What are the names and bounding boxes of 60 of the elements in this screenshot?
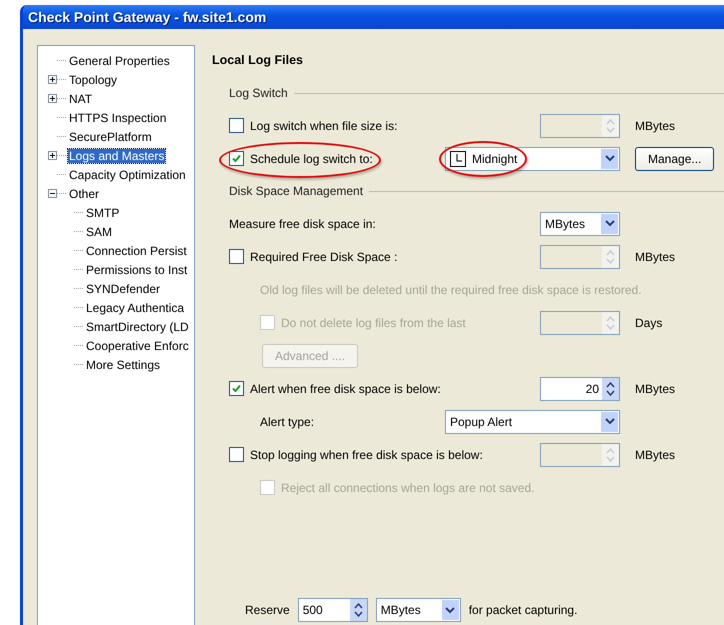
tree-item[interactable]: SMTP	[85, 206, 120, 220]
checkbox[interactable]	[229, 447, 244, 462]
unit-label: MBytes	[635, 250, 676, 264]
tree-item[interactable]: Legacy Authentica	[85, 300, 186, 314]
number-spinner[interactable]: 20	[540, 376, 620, 400]
checkbox-label: Reject all connections when logs are not saved.	[281, 480, 534, 494]
tree-item[interactable]: SYNDefender	[85, 282, 162, 296]
schedule-dropdown[interactable]: Midnight	[445, 146, 620, 170]
tree-item[interactable]: Topology	[68, 72, 118, 86]
unit-label: MBytes	[635, 448, 676, 462]
window-title: Check Point Gateway - fw.site1.com	[28, 9, 266, 25]
tree-item[interactable]: SmartDirectory (LD	[85, 320, 190, 334]
reserve-label: Reserve	[245, 603, 290, 617]
tree-item[interactable]: More Settings	[85, 358, 162, 372]
tree-item[interactable]: NAT	[68, 92, 94, 106]
check-icon	[231, 153, 242, 164]
info-text: Old log files will be deleted until the required free disk space is restored.	[259, 282, 642, 296]
number-spinner[interactable]	[540, 244, 620, 268]
group-heading: Log Switch	[229, 86, 288, 100]
checkbox[interactable]	[229, 151, 244, 166]
dropdown[interactable]: Popup Alert	[445, 410, 620, 434]
checkbox-label: Schedule log switch to:	[250, 152, 373, 166]
check-icon	[231, 383, 242, 394]
unit-label: MBytes	[635, 118, 676, 132]
number-spinner[interactable]	[540, 114, 620, 138]
unit-label: MBytes	[635, 382, 676, 396]
number-spinner[interactable]: 500	[298, 598, 368, 622]
expander-icon[interactable]	[48, 189, 57, 198]
tree-item[interactable]: Cooperative Enforc	[85, 338, 190, 352]
tree-item[interactable]: Permissions to Inst	[85, 262, 188, 276]
expander-icon[interactable]	[48, 75, 57, 84]
checkbox[interactable]	[229, 249, 244, 264]
tree-item[interactable]: Logs and Masters	[68, 148, 166, 162]
clock-icon	[450, 150, 466, 166]
tree-item[interactable]: SecurePlatform	[68, 130, 153, 144]
tree-item[interactable]: Other	[68, 186, 100, 200]
checkbox[interactable]	[229, 118, 244, 133]
field-label: Alert type:	[259, 414, 316, 428]
manage-button[interactable]: Manage...	[635, 146, 714, 170]
tree-item[interactable]: Connection Persist	[85, 244, 188, 258]
dropdown[interactable]: MBytes	[540, 212, 620, 236]
unit-label: Days	[635, 316, 662, 330]
checkbox[interactable]	[229, 381, 244, 396]
number-spinner[interactable]	[540, 442, 620, 466]
group-heading: Disk Space Management	[229, 184, 364, 198]
reserve-suffix: for packet capturing.	[468, 603, 578, 617]
checkbox-label: Stop logging when free disk space is below:	[250, 448, 483, 462]
tree-item[interactable]: HTTPS Inspection	[68, 110, 168, 124]
page-heading: Local Log Files	[212, 53, 304, 69]
dropdown[interactable]: MBytes	[376, 598, 461, 622]
tree-item[interactable]: SAM	[85, 224, 114, 238]
checkbox-label: Do not delete log files from the last	[281, 316, 466, 330]
field-label: Measure free disk space in:	[229, 216, 377, 230]
checkbox-label: Log switch when file size is:	[250, 118, 398, 132]
checkbox-label: Required Free Disk Space :	[250, 250, 398, 264]
expander-icon[interactable]	[48, 94, 57, 103]
tree-item[interactable]: Capacity Optimization	[68, 168, 187, 182]
tree-item[interactable]: General Properties	[68, 54, 171, 68]
checkbox-label: Alert when free disk space is below:	[250, 382, 441, 396]
expander-icon[interactable]	[48, 151, 57, 160]
